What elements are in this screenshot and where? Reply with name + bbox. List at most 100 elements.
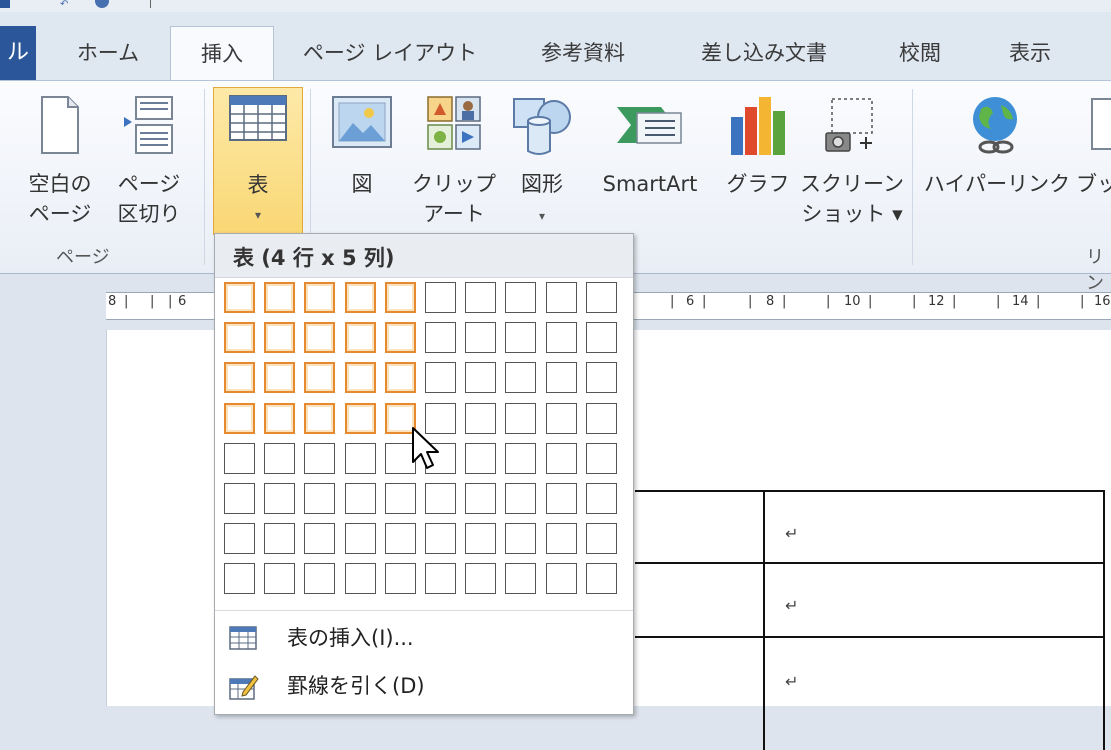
tab-insert[interactable]: 挿入 <box>170 26 274 82</box>
grid-cell[interactable] <box>425 362 456 393</box>
grid-cell-selected[interactable] <box>264 403 295 434</box>
grid-cell[interactable] <box>465 403 496 434</box>
grid-cell[interactable] <box>546 563 577 594</box>
insert-table-menu-item[interactable]: 表の挿入(I)... <box>215 616 633 660</box>
grid-cell[interactable] <box>586 282 617 313</box>
grid-cell-selected[interactable] <box>345 403 376 434</box>
grid-cell[interactable] <box>304 523 335 554</box>
grid-cell[interactable] <box>345 523 376 554</box>
shapes-button[interactable]: 図形 ▾ <box>504 89 580 239</box>
grid-cell-selected[interactable] <box>264 362 295 393</box>
undo-icon[interactable]: ↶ <box>60 0 68 10</box>
grid-cell[interactable] <box>546 362 577 393</box>
grid-cell[interactable] <box>505 483 536 514</box>
grid-cell[interactable] <box>465 282 496 313</box>
grid-cell[interactable] <box>224 483 255 514</box>
grid-cell[interactable] <box>224 443 255 474</box>
tab-view[interactable]: 表示 <box>990 26 1070 80</box>
grid-cell[interactable] <box>546 523 577 554</box>
clip-art-button[interactable]: クリップ アート <box>406 89 502 239</box>
grid-cell[interactable] <box>505 362 536 393</box>
chart-button[interactable]: グラフ <box>718 89 798 239</box>
grid-cell[interactable] <box>425 282 456 313</box>
grid-cell-selected[interactable] <box>224 362 255 393</box>
grid-cell[interactable] <box>465 563 496 594</box>
grid-cell[interactable] <box>505 443 536 474</box>
grid-cell[interactable] <box>304 483 335 514</box>
grid-cell[interactable] <box>546 322 577 353</box>
tab-references[interactable]: 参考資料 <box>518 26 648 80</box>
redo-icon[interactable] <box>95 0 109 8</box>
grid-cell[interactable] <box>465 443 496 474</box>
grid-cell-selected[interactable] <box>385 322 416 353</box>
grid-cell-selected[interactable] <box>224 403 255 434</box>
tab-page-layout[interactable]: ページ レイアウト <box>290 26 490 80</box>
tab-mailings[interactable]: 差し込み文書 <box>676 26 852 80</box>
table-button[interactable]: 表 ▾ <box>213 87 303 235</box>
grid-cell[interactable] <box>304 443 335 474</box>
grid-cell[interactable] <box>586 403 617 434</box>
grid-cell[interactable] <box>385 483 416 514</box>
grid-cell[interactable] <box>345 563 376 594</box>
grid-cell[interactable] <box>264 563 295 594</box>
grid-cell-selected[interactable] <box>304 403 335 434</box>
grid-cell[interactable] <box>465 523 496 554</box>
grid-cell[interactable] <box>465 483 496 514</box>
grid-cell[interactable] <box>385 523 416 554</box>
grid-cell-selected[interactable] <box>304 282 335 313</box>
grid-cell-selected[interactable] <box>385 362 416 393</box>
grid-cell[interactable] <box>586 443 617 474</box>
grid-cell[interactable] <box>586 362 617 393</box>
grid-cell-selected[interactable] <box>345 362 376 393</box>
grid-cell-selected[interactable] <box>264 282 295 313</box>
grid-cell[interactable] <box>224 563 255 594</box>
grid-cell[interactable] <box>264 443 295 474</box>
grid-cell-selected[interactable] <box>304 362 335 393</box>
tab-review[interactable]: 校閲 <box>880 26 960 80</box>
grid-cell[interactable] <box>505 563 536 594</box>
grid-cell[interactable] <box>304 563 335 594</box>
tab-file[interactable]: ル <box>0 26 36 80</box>
tab-home[interactable]: ホーム <box>58 26 158 80</box>
picture-button[interactable]: 図 <box>324 89 400 239</box>
screenshot-button[interactable]: スクリーン ショット ▾ <box>800 89 904 239</box>
grid-cell[interactable] <box>224 523 255 554</box>
grid-cell[interactable] <box>546 282 577 313</box>
grid-cell[interactable] <box>465 322 496 353</box>
grid-cell-selected[interactable] <box>345 322 376 353</box>
grid-cell[interactable] <box>425 563 456 594</box>
grid-cell-selected[interactable] <box>264 322 295 353</box>
grid-cell-selected[interactable] <box>385 282 416 313</box>
grid-cell[interactable] <box>586 523 617 554</box>
grid-cell[interactable] <box>505 523 536 554</box>
grid-cell[interactable] <box>505 322 536 353</box>
grid-cell[interactable] <box>345 443 376 474</box>
grid-cell[interactable] <box>425 322 456 353</box>
smartart-button[interactable]: SmartArt <box>588 89 712 239</box>
grid-cell[interactable] <box>546 483 577 514</box>
grid-cell[interactable] <box>586 563 617 594</box>
grid-cell[interactable] <box>546 443 577 474</box>
grid-cell[interactable] <box>345 483 376 514</box>
page-break-button[interactable]: ページ 区切り <box>106 89 192 239</box>
grid-cell[interactable] <box>465 362 496 393</box>
grid-cell[interactable] <box>505 282 536 313</box>
hyperlink-button[interactable]: ハイパーリンク <box>922 89 1072 239</box>
grid-cell-selected[interactable] <box>224 282 255 313</box>
bookmark-button[interactable]: ブック <box>1070 89 1111 239</box>
grid-cell[interactable] <box>264 483 295 514</box>
save-icon[interactable] <box>0 0 10 8</box>
grid-cell-selected[interactable] <box>304 322 335 353</box>
grid-cell[interactable] <box>586 322 617 353</box>
grid-cell[interactable] <box>586 483 617 514</box>
grid-cell[interactable] <box>505 403 536 434</box>
document-table[interactable]: ↵ ↵ ↵ <box>635 490 1105 750</box>
grid-cell[interactable] <box>385 563 416 594</box>
grid-cell[interactable] <box>425 483 456 514</box>
grid-cell[interactable] <box>546 403 577 434</box>
grid-cell-selected[interactable] <box>345 282 376 313</box>
grid-cell[interactable] <box>264 523 295 554</box>
grid-cell-selected[interactable] <box>224 322 255 353</box>
draw-table-menu-item[interactable]: 罫線を引く(D) <box>215 664 633 708</box>
grid-cell[interactable] <box>425 523 456 554</box>
